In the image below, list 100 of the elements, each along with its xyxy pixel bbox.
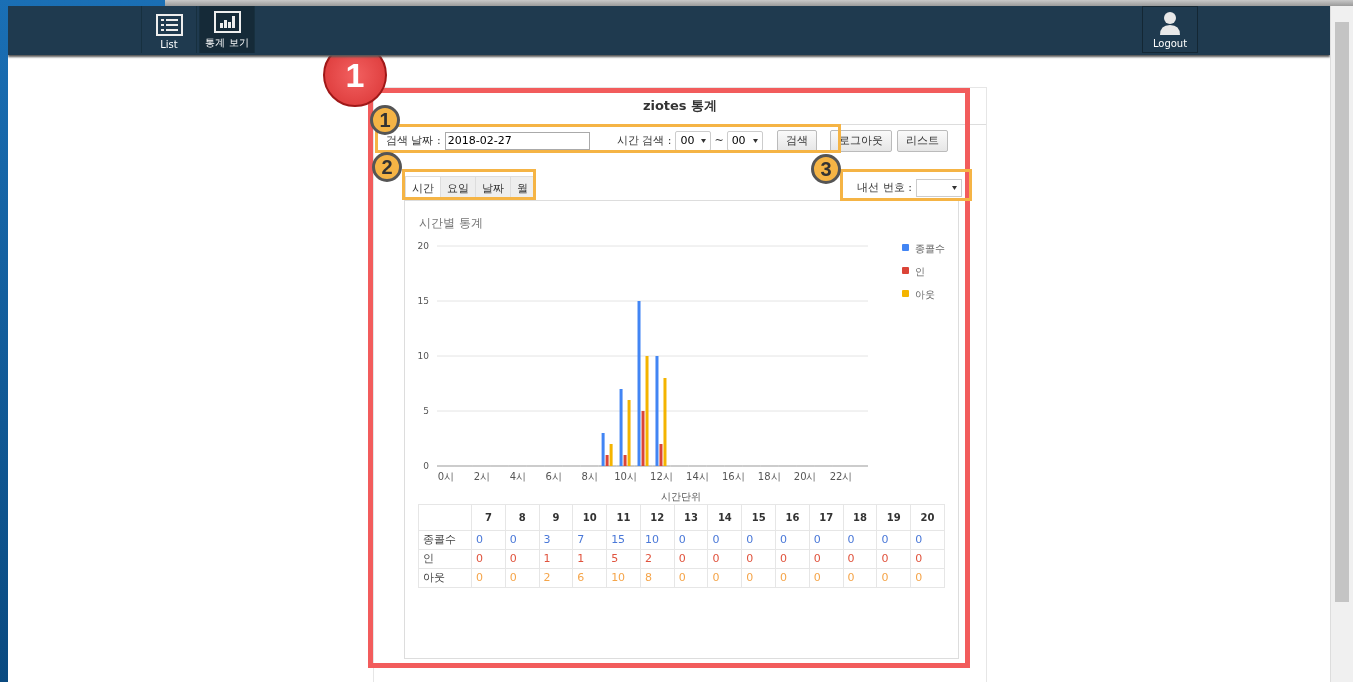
table-cell: 0 [707,530,742,550]
table-cell: 0 [876,530,911,550]
table-cell: 0 [809,549,844,569]
table-cell: 0 [741,530,776,550]
y-axis-label: 5 [423,405,429,416]
table-cell: 2 [539,568,573,588]
legend-label: 인 [915,265,925,277]
column-header: 18 [843,504,877,531]
x-axis-label: 0시 [437,470,455,482]
x-axis-label: 16시 [721,470,745,482]
table-cell: 0 [910,530,945,550]
table-cell: 10 [640,530,675,550]
x-axis-label: 6시 [545,470,562,482]
table-cell: 0 [775,530,810,550]
table-cell: 7 [572,530,607,550]
table-cell: 0 [843,549,877,569]
logout-button[interactable]: Logout [1142,6,1198,53]
column-header: 15 [741,504,776,531]
table-cell: 1 [539,549,573,569]
list-icon [155,14,183,36]
date-field[interactable]: 2018-02-27 [444,131,590,150]
table-cell: 0 [843,568,877,588]
tilde-separator: ~ [714,134,724,148]
column-header: 11 [606,504,641,531]
table-cell: 0 [707,549,742,569]
table-cell: 0 [910,549,945,569]
column-header: 12 [640,504,675,531]
list-button[interactable]: 리스트 [896,129,948,152]
x-axis-label: 4시 [509,470,526,482]
table-cell: 3 [539,530,573,550]
row-header: 아웃 [418,568,472,588]
table-cell: 0 [471,530,506,550]
x-axis-label: 10시 [614,470,637,482]
column-header: 13 [674,504,708,531]
y-axis-label: 0 [423,460,429,471]
table-cell: 0 [910,568,945,588]
y-axis-label: 10 [417,350,429,361]
row-header: 종콜수 [418,530,472,550]
x-axis-label: 8시 [581,470,598,482]
table-cell: 0 [674,549,708,569]
table-cell: 0 [809,568,844,588]
table-cell: 0 [775,549,810,569]
hour-select[interactable]: 00 [726,130,763,151]
y-axis-label: 15 [417,295,429,306]
table-cell: 0 [674,568,708,588]
x-axis-label: 20시 [793,470,817,482]
table-cell: 0 [707,568,742,588]
table-cell: 0 [471,568,506,588]
table-cell: 0 [505,549,540,569]
nav-tab[interactable]: List [141,6,197,53]
caret-icon [952,185,957,190]
table-cell: 0 [809,530,844,550]
column-header: 10 [572,504,607,531]
stats-tab[interactable]: 시간 [405,175,441,200]
stats-tab[interactable]: 날짜 [475,175,511,200]
table-cell: 5 [606,549,641,569]
table-cell: 0 [775,568,810,588]
table-cell: 10 [606,568,641,588]
table-cell: 0 [471,549,506,569]
caret-icon [701,138,707,143]
column-header: 14 [707,504,742,531]
y-axis-label: 20 [417,240,429,251]
table-cell: 8 [640,568,675,588]
x-axis-title: 시간단위 [661,490,701,502]
column-header: 16 [775,504,810,531]
x-axis-label: 2시 [473,470,491,482]
column-header: 17 [809,504,844,531]
table-cell: 6 [572,568,607,588]
nav-tab[interactable]: 통계 보기 [199,6,255,53]
bar-chart-icon [213,11,241,33]
x-axis-label: 12시 [650,470,673,482]
logout-button[interactable]: 로그아웃 [829,129,892,152]
legend-label: 종콜수 [915,242,945,254]
column-header: 9 [539,504,573,531]
table-cell: 0 [674,530,708,550]
x-axis-label: 22시 [829,470,853,482]
scrollbar[interactable] [1330,6,1353,682]
column-header: 19 [876,504,911,531]
column-header: 20 [910,504,945,531]
row-header: 인 [418,549,472,569]
table-cell: 0 [505,568,540,588]
user-icon [1159,11,1181,35]
stats-tab[interactable]: 요일 [440,175,476,200]
table-cell: 15 [606,530,641,550]
extension-label: 내선 번호 : [857,180,912,196]
extension-select[interactable] [916,178,962,197]
panel-title: 시간별 통계 [418,214,484,228]
table-cell: 0 [741,568,776,588]
caret-icon [752,138,758,143]
table-cell: 2 [640,549,675,569]
time-label: 시간 검색 : [616,133,672,149]
table-cell: 0 [843,530,877,550]
search-button[interactable]: 검색 [776,129,817,152]
hour-select[interactable]: 00 [675,130,712,151]
column-header: 7 [471,504,506,531]
table-cell: 0 [505,530,540,550]
table-cell: 0 [741,549,776,569]
date-label: 검색 날짜 : [386,133,441,149]
x-axis-label: 18시 [757,470,781,482]
table-cell: 0 [876,568,911,588]
